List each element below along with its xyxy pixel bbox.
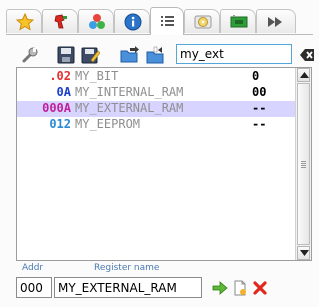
tab-board[interactable] [220, 9, 256, 33]
register-name: MY_BIT [75, 69, 119, 83]
register-address: .02 [49, 69, 71, 83]
board-icon [230, 15, 248, 28]
settings-button[interactable] [20, 45, 40, 65]
register-name-field[interactable] [54, 277, 202, 298]
grip-line [301, 163, 306, 164]
tab-disc[interactable] [184, 9, 220, 33]
toolbar [16, 44, 314, 66]
open-folder-icon [120, 46, 139, 63]
register-address: 000A [42, 101, 71, 115]
clear-search-button[interactable] [300, 47, 314, 61]
save-as-button[interactable] [80, 45, 100, 65]
grip-line [301, 165, 306, 166]
chip-icon [54, 14, 67, 29]
info-icon [124, 13, 142, 31]
register-value: 0 [252, 69, 260, 83]
delete-button[interactable] [252, 280, 268, 296]
register-rows: .02 MY_BIT 0 0A MY_INTERNAL_RAM 00 000A … [17, 69, 295, 133]
green-arrow-icon [212, 281, 228, 295]
scroll-down-button[interactable] [297, 246, 310, 260]
disc-icon [194, 15, 212, 29]
scroll-thumb[interactable] [297, 83, 310, 245]
tab-cluster[interactable] [78, 9, 114, 33]
register-name: MY_EXTERNAL_RAM [75, 101, 184, 115]
register-list[interactable]: .02 MY_BIT 0 0A MY_INTERNAL_RAM 00 000A … [16, 67, 312, 261]
fast-forward-icon [268, 17, 282, 27]
tab-favorites[interactable] [6, 9, 42, 33]
wrench-icon [22, 47, 38, 63]
new-button[interactable] [232, 280, 248, 296]
register-row[interactable]: 012 MY_EEPROM -- [17, 117, 295, 133]
register-row[interactable]: 0A MY_INTERNAL_RAM 00 [17, 85, 295, 101]
register-value: -- [252, 117, 267, 131]
addr-label: Addr [22, 263, 44, 273]
tab-more[interactable] [256, 9, 296, 33]
vertical-scrollbar[interactable] [295, 68, 311, 260]
save-icon [57, 46, 75, 64]
save-button[interactable] [56, 45, 76, 65]
star-icon [16, 13, 34, 31]
grip-line [301, 161, 306, 162]
list-icon [161, 16, 174, 26]
save-as-icon [81, 47, 100, 64]
tab-registers[interactable] [150, 7, 184, 35]
new-document-icon [234, 280, 246, 296]
tab-strip [6, 7, 313, 35]
open-button[interactable] [120, 45, 140, 65]
arrow-up-icon [300, 72, 309, 78]
register-value: -- [252, 101, 267, 115]
apply-button[interactable] [212, 280, 228, 296]
arrow-down-icon [300, 250, 309, 256]
tab-chip[interactable] [42, 9, 78, 33]
import-icon [146, 46, 164, 64]
register-name: MY_EEPROM [75, 117, 141, 131]
register-value: 00 [252, 85, 267, 99]
addr-field[interactable] [16, 277, 52, 298]
delete-icon [253, 281, 267, 295]
cluster-icon [89, 14, 105, 29]
scroll-up-button[interactable] [297, 68, 310, 82]
register-address: 012 [49, 117, 71, 131]
register-name: MY_INTERNAL_RAM [75, 85, 184, 99]
tab-info[interactable] [114, 9, 150, 33]
search-input[interactable] [176, 44, 292, 64]
clear-icon [300, 49, 314, 61]
register-row[interactable]: 000A MY_EXTERNAL_RAM -- [17, 101, 295, 117]
register-name-label: Register name [94, 263, 160, 273]
grip-line [301, 167, 306, 168]
import-button[interactable] [146, 45, 166, 65]
register-panel: .02 MY_BIT 0 0A MY_INTERNAL_RAM 00 000A … [0, 0, 319, 307]
register-address: 0A [56, 85, 71, 99]
register-row[interactable]: .02 MY_BIT 0 [17, 69, 295, 85]
